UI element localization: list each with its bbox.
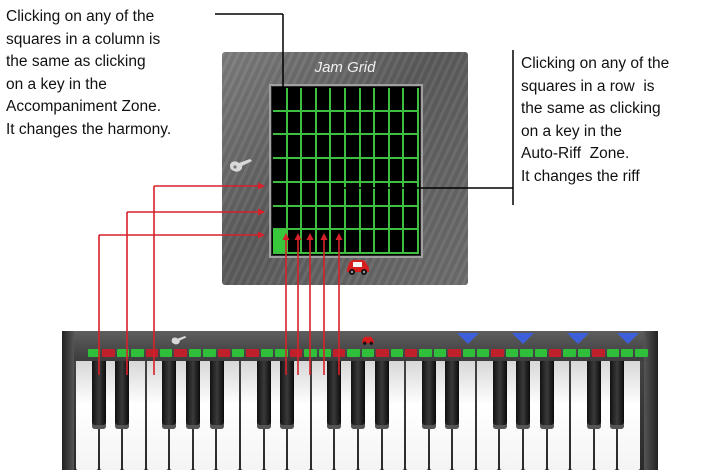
mapping-arrowhead [258, 231, 265, 239]
annotation-lines [98, 13, 514, 375]
mapping-arrowhead [258, 208, 265, 216]
mapping-arrowhead [335, 233, 343, 240]
mapping-arrowhead [258, 182, 265, 190]
mapping-arrowhead [282, 233, 290, 240]
mapping-arrows [98, 182, 343, 375]
mapping-arrowhead [320, 233, 328, 240]
mapping-arrowhead [294, 233, 302, 240]
mapping-arrowhead [306, 233, 314, 240]
